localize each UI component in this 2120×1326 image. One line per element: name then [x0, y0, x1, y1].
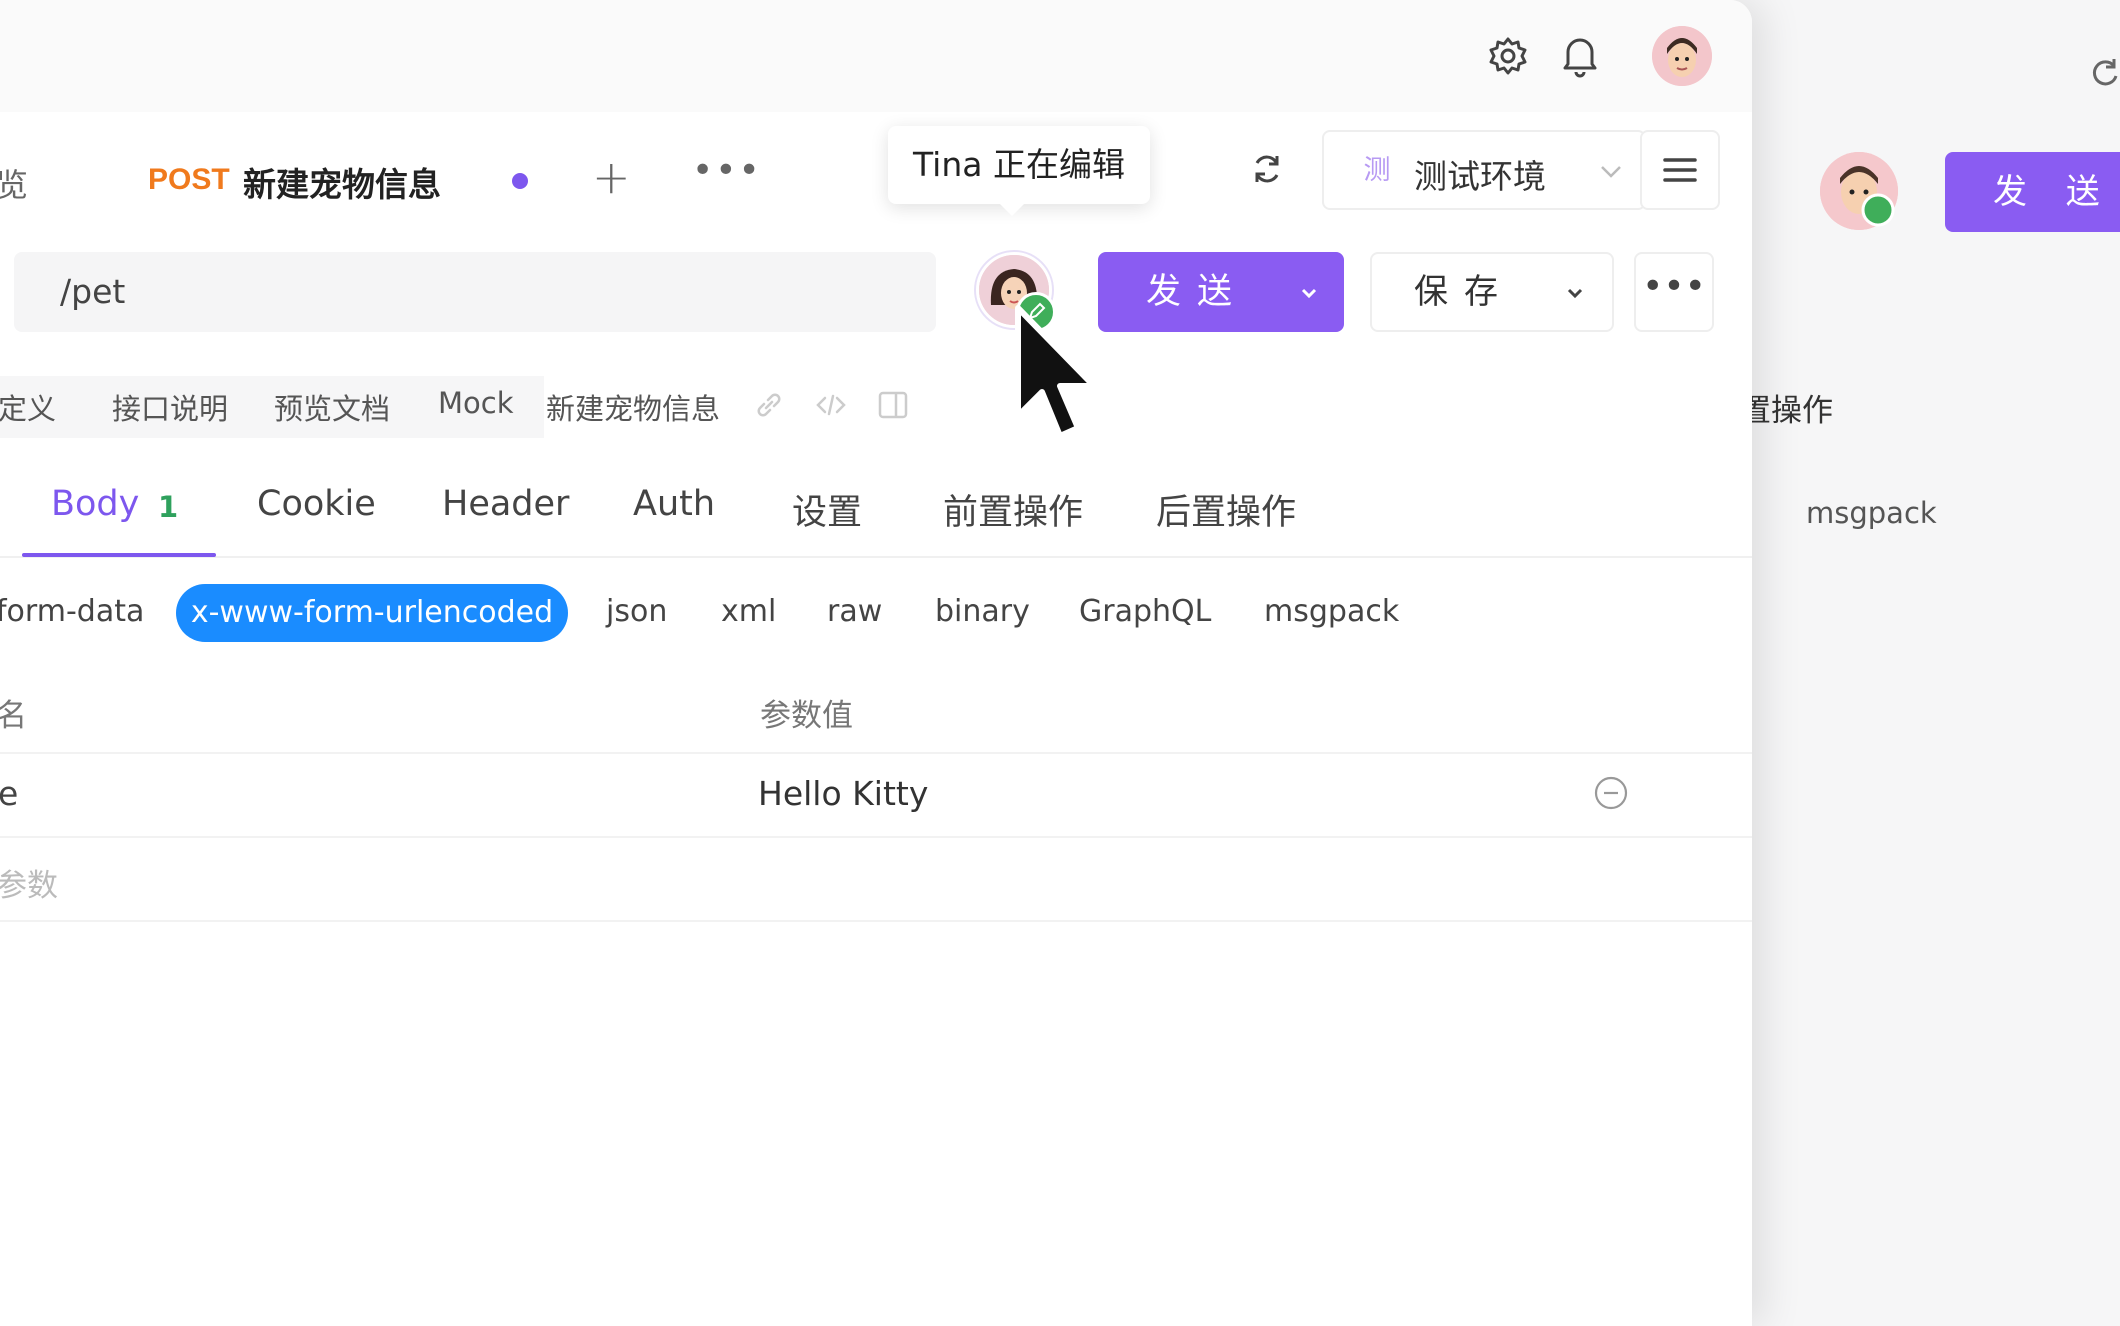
content-type-msgpack[interactable]: msgpack: [1806, 496, 1937, 530]
url-input[interactable]: /pet: [14, 252, 936, 332]
avatar: [1820, 152, 1898, 230]
content-type-json[interactable]: json: [606, 594, 667, 629]
subtab-mock[interactable]: Mock: [438, 386, 514, 420]
environment-badge: 测: [1363, 155, 1391, 186]
send-button-label: 发送: [1146, 272, 1249, 312]
content-type-xml[interactable]: xml: [721, 594, 776, 629]
environment-select[interactable]: 测 测试环境: [1322, 130, 1646, 210]
split-panel-icon[interactable]: [876, 388, 910, 422]
code-icon[interactable]: [814, 388, 848, 422]
tab-more-button[interactable]: •••: [692, 150, 762, 191]
content-type-raw[interactable]: raw: [827, 594, 882, 629]
row-divider: [0, 752, 1752, 754]
tab-body[interactable]: Body: [51, 484, 139, 524]
chevron-down-icon: [1596, 156, 1626, 186]
tab-previous-label[interactable]: 览: [0, 160, 28, 206]
send-button[interactable]: 发 送: [1945, 152, 2120, 232]
main-window: 览 POST 新建宠物信息 + ••• Tina 正在编辑 测 测试环境 /pe…: [0, 0, 1752, 1326]
body-count-badge: 1: [158, 490, 179, 524]
more-options-button[interactable]: •••: [1634, 252, 1714, 332]
link-icon[interactable]: [752, 388, 786, 422]
active-tab-indicator: [22, 553, 216, 557]
chevron-down-icon[interactable]: [1294, 278, 1324, 308]
param-key-cell[interactable]: e: [0, 774, 18, 813]
tab-pre-operations[interactable]: 前置操作: [943, 484, 1083, 535]
environment-label: 测试环境: [1414, 157, 1546, 196]
save-button[interactable]: 保存: [1370, 252, 1614, 332]
subtab-preview-doc[interactable]: 预览文档: [274, 386, 390, 428]
column-header-name: 名: [0, 698, 27, 734]
content-type-graphql[interactable]: GraphQL: [1079, 594, 1211, 629]
content-type-binary[interactable]: binary: [935, 594, 1030, 629]
tab-auth[interactable]: Auth: [633, 484, 715, 524]
background-window: 发 送 置操作 msgpack: [1700, 0, 2120, 1326]
request-method-badge: POST: [148, 163, 230, 196]
tab-post-operations[interactable]: 后置操作: [1156, 484, 1296, 535]
tab-header[interactable]: Header: [442, 484, 569, 524]
tab-cookie[interactable]: Cookie: [257, 484, 376, 524]
add-tab-button[interactable]: +: [592, 150, 631, 204]
mouse-cursor-icon: [1015, 305, 1097, 439]
menu-button[interactable]: [1640, 130, 1720, 210]
subtab-request-name[interactable]: 新建宠物信息: [546, 386, 720, 428]
add-param-placeholder[interactable]: 参数: [0, 860, 58, 905]
column-header-value: 参数值: [760, 698, 853, 734]
gear-icon[interactable]: [1486, 34, 1530, 78]
chevron-down-icon[interactable]: [1560, 278, 1590, 308]
avatar[interactable]: [1652, 26, 1712, 86]
bell-icon[interactable]: [1558, 32, 1602, 78]
tab-divider: [0, 556, 1752, 558]
row-divider: [0, 836, 1752, 838]
save-button-label: 保存: [1414, 272, 1514, 312]
hamburger-icon: [1663, 158, 1697, 182]
tab-settings[interactable]: 设置: [792, 484, 862, 535]
row-divider: [0, 920, 1752, 922]
param-value-cell[interactable]: Hello Kitty: [758, 774, 928, 813]
unsaved-dot: [512, 173, 528, 189]
refresh-icon[interactable]: [2088, 56, 2120, 88]
content-type-urlencoded[interactable]: x-www-form-urlencoded: [176, 584, 568, 642]
remove-row-icon[interactable]: [1592, 774, 1630, 812]
refresh-icon[interactable]: [1250, 152, 1284, 186]
request-tab-title[interactable]: 新建宠物信息: [243, 158, 441, 206]
tab-pre-operations[interactable]: 置操作: [1740, 385, 1833, 430]
subtab-api-description[interactable]: 接口说明: [112, 386, 228, 428]
collaborator-editing-tooltip: Tina 正在编辑: [888, 126, 1150, 216]
content-type-msgpack[interactable]: msgpack: [1264, 594, 1399, 629]
send-button[interactable]: 发送: [1098, 252, 1344, 332]
subtab-definition[interactable]: 定义: [0, 386, 56, 428]
content-type-form-data[interactable]: form-data: [0, 594, 144, 629]
